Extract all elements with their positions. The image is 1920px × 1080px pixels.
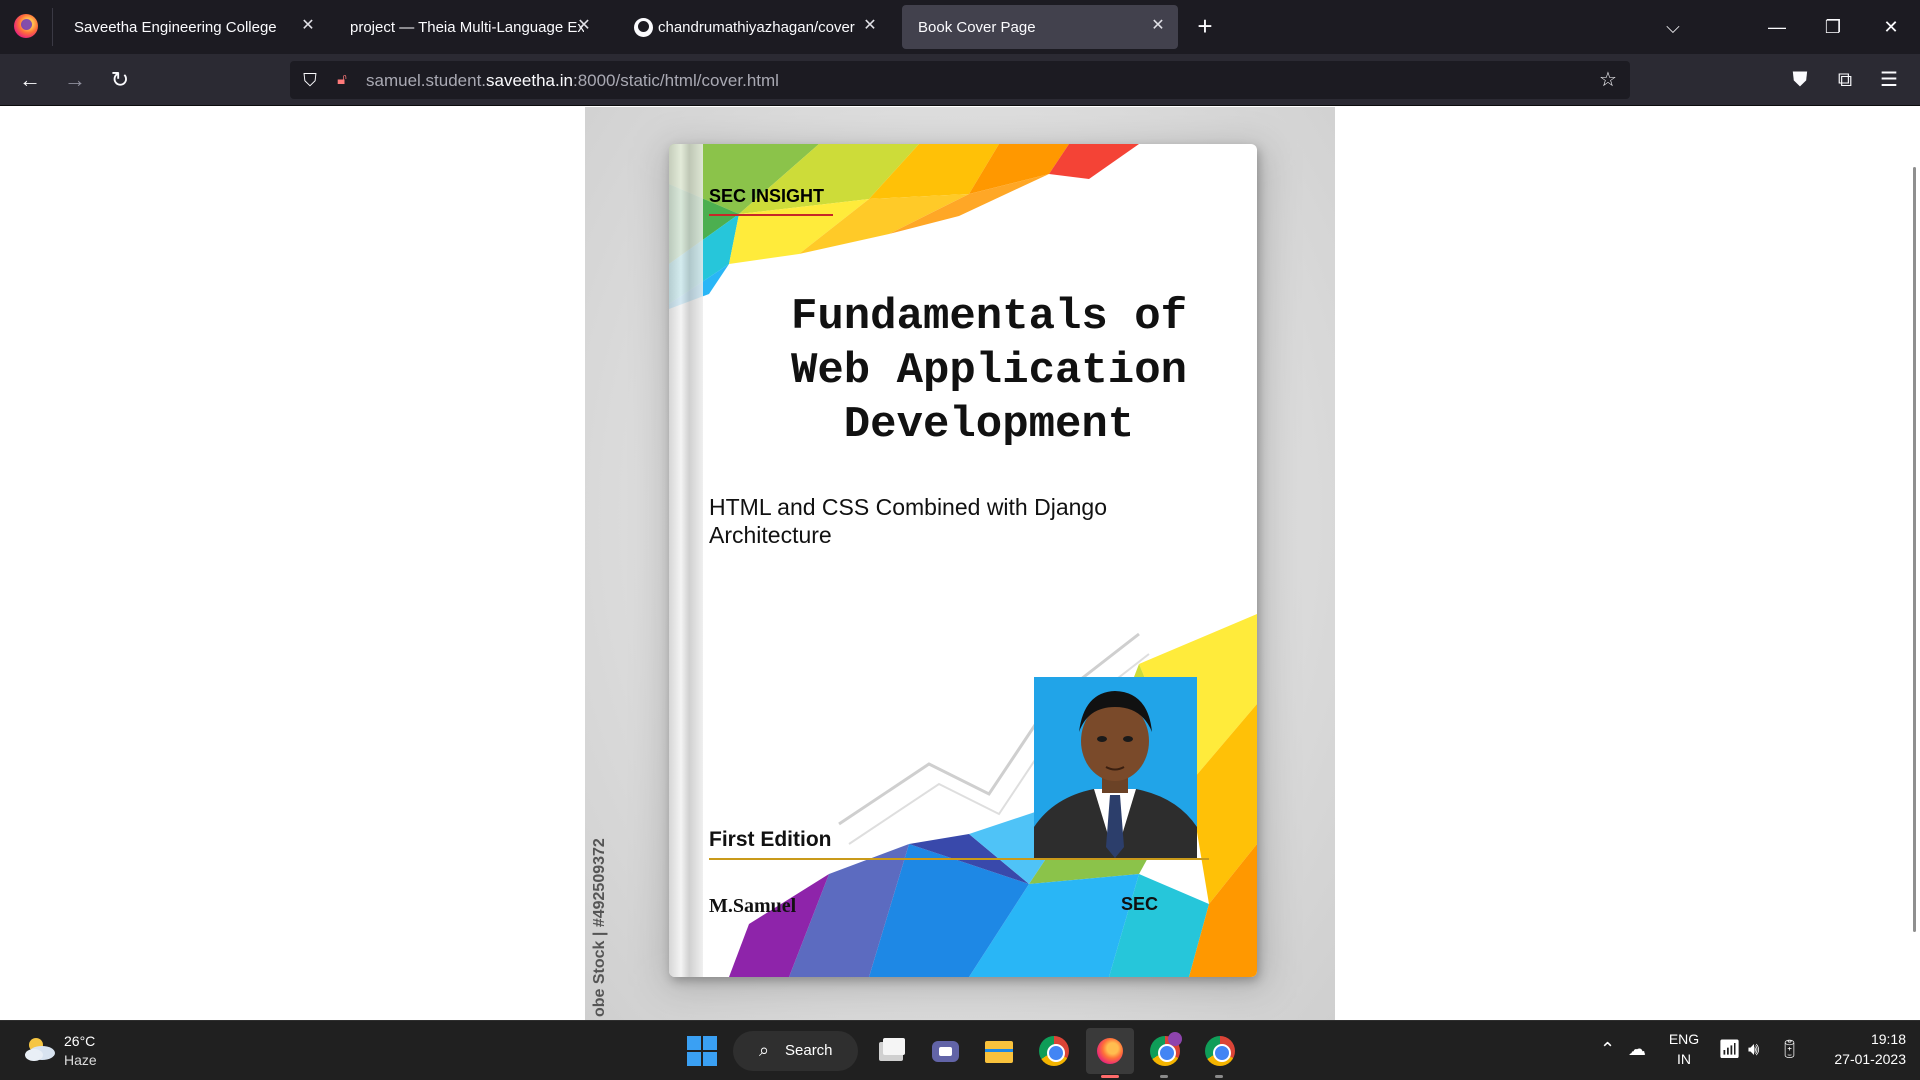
author-portrait xyxy=(1034,677,1197,858)
book-cover: SEC INSIGHT Fundamentals of Web Applicat… xyxy=(669,144,1257,977)
book-title-line: Fundamentals of xyxy=(790,292,1188,342)
address-bar[interactable]: ⛉ 🔓︎ samuel.student.saveetha.in:8000/sta… xyxy=(290,61,1630,99)
search-label: Search xyxy=(785,1042,833,1059)
book-subtitle: HTML and CSS Combined with Django Archit… xyxy=(709,494,1107,548)
weather-haze-icon[interactable] xyxy=(22,1035,56,1063)
close-icon[interactable]: ✕ xyxy=(860,16,880,36)
firefox-view-icon[interactable] xyxy=(14,14,38,38)
author-photo xyxy=(1034,677,1197,858)
series-label: SEC INSIGHT xyxy=(709,186,825,206)
book-mockup-background: SEC INSIGHT Fundamentals of Web Applicat… xyxy=(585,107,1335,1020)
edition-underline xyxy=(709,858,1209,860)
reload-icon[interactable]: ↻ xyxy=(104,64,136,96)
scrollbar[interactable] xyxy=(1913,167,1916,932)
book-title: Fundamentals of Web Application Developm… xyxy=(729,290,1249,452)
restore-button[interactable]: ❐ xyxy=(1818,12,1848,42)
weather-temperature[interactable]: 26°C xyxy=(64,1033,95,1049)
pocket-icon[interactable]: ⛊ xyxy=(1786,66,1814,94)
series-underline xyxy=(709,214,833,216)
url-text[interactable]: samuel.student.saveetha.in:8000/static/h… xyxy=(366,71,779,91)
clock-time[interactable]: 19:18 xyxy=(1806,1031,1906,1047)
firefox-taskbar-icon[interactable] xyxy=(1086,1028,1134,1074)
tab-bar: Saveetha Engineering College ✕ project —… xyxy=(0,0,1920,54)
close-icon[interactable]: ✕ xyxy=(1148,16,1168,36)
minimize-button[interactable]: — xyxy=(1762,12,1792,42)
book-title-line: Web Application xyxy=(790,346,1188,396)
star-icon[interactable]: ☆ xyxy=(1596,68,1620,92)
tab-separator xyxy=(52,8,53,46)
forward-arrow-icon[interactable]: → xyxy=(59,64,91,96)
close-icon[interactable]: ✕ xyxy=(574,16,594,36)
taskbar-search-button[interactable]: ⌕ Search xyxy=(733,1031,858,1071)
tab-github[interactable]: chandrumathiyazhagan/cover ✕ xyxy=(618,5,890,49)
task-view-icon[interactable] xyxy=(873,1033,909,1069)
show-hidden-icons-icon[interactable]: ⌃ xyxy=(1600,1039,1615,1060)
teams-chat-icon[interactable] xyxy=(927,1033,963,1069)
new-tab-button[interactable]: + xyxy=(1190,12,1220,42)
menu-icon[interactable]: ☰ xyxy=(1875,66,1903,94)
url-domain: saveetha.in xyxy=(486,71,573,90)
profile-badge xyxy=(1168,1032,1182,1046)
active-app-indicator xyxy=(1101,1075,1119,1078)
url-prefix: samuel.student. xyxy=(366,71,487,90)
tab-saveetha[interactable]: Saveetha Engineering College ✕ xyxy=(58,5,328,49)
publisher-name: SEC xyxy=(1121,894,1159,914)
volume-icon[interactable]: 🔊︎ xyxy=(1748,1039,1759,1060)
app-running-indicator xyxy=(1160,1075,1168,1078)
navigation-toolbar: ← → ↻ ⛉ 🔓︎ samuel.student.saveetha.in:80… xyxy=(0,54,1920,106)
chrome-icon[interactable] xyxy=(1205,1036,1235,1066)
close-window-button[interactable]: ✕ xyxy=(1876,12,1906,42)
battery-icon[interactable]: 🔋︎ xyxy=(1778,1039,1801,1060)
windows-start-icon[interactable] xyxy=(684,1033,720,1069)
clock-date[interactable]: 27-01-2023 xyxy=(1806,1051,1906,1067)
tab-book-cover[interactable]: Book Cover Page ✕ xyxy=(902,5,1178,49)
chrome-icon[interactable] xyxy=(1039,1036,1069,1066)
region-indicator[interactable]: IN xyxy=(1662,1051,1706,1067)
lock-warning-icon[interactable]: 🔓︎ xyxy=(332,69,352,91)
book-title-line: Development xyxy=(843,400,1135,450)
language-indicator[interactable]: ENG xyxy=(1662,1031,1706,1047)
github-icon xyxy=(634,18,653,37)
app-running-indicator xyxy=(1215,1075,1223,1078)
extensions-icon[interactable]: ⧉ xyxy=(1831,66,1859,94)
tab-theia[interactable]: project — Theia Multi-Language Ex ✕ xyxy=(334,5,604,49)
url-suffix: :8000/static/html/cover.html xyxy=(572,71,779,90)
page-content: SEC INSIGHT Fundamentals of Web Applicat… xyxy=(0,107,1920,1020)
book-spine xyxy=(669,144,703,977)
tab-title: project — Theia Multi-Language Ex xyxy=(350,19,584,36)
search-icon: ⌕ xyxy=(759,1040,770,1060)
list-all-tabs-icon[interactable]: ⌵ xyxy=(1658,12,1688,42)
shield-icon[interactable]: ⛉ xyxy=(300,69,320,91)
stock-watermark-id: obe Stock | #492509372 xyxy=(591,838,608,1017)
onedrive-cloud-icon[interactable]: ☁ xyxy=(1628,1039,1646,1060)
windows-taskbar: 26°C Haze ⌕ Search ⌃ ☁ ENG IN 📶︎ 🔊︎ 🔋︎ 1… xyxy=(0,1020,1920,1080)
tab-title: Saveetha Engineering College xyxy=(74,19,277,36)
tab-title: chandrumathiyazhagan/cover xyxy=(658,19,855,36)
weather-description[interactable]: Haze xyxy=(64,1052,97,1068)
author-name: M.Samuel xyxy=(709,895,797,917)
wifi-icon[interactable]: 📶︎ xyxy=(1718,1039,1741,1060)
tab-title: Book Cover Page xyxy=(918,19,1036,36)
close-icon[interactable]: ✕ xyxy=(298,16,318,36)
file-explorer-icon[interactable] xyxy=(981,1033,1017,1069)
back-arrow-icon[interactable]: ← xyxy=(14,64,46,96)
edition-label: First Edition xyxy=(709,828,832,851)
